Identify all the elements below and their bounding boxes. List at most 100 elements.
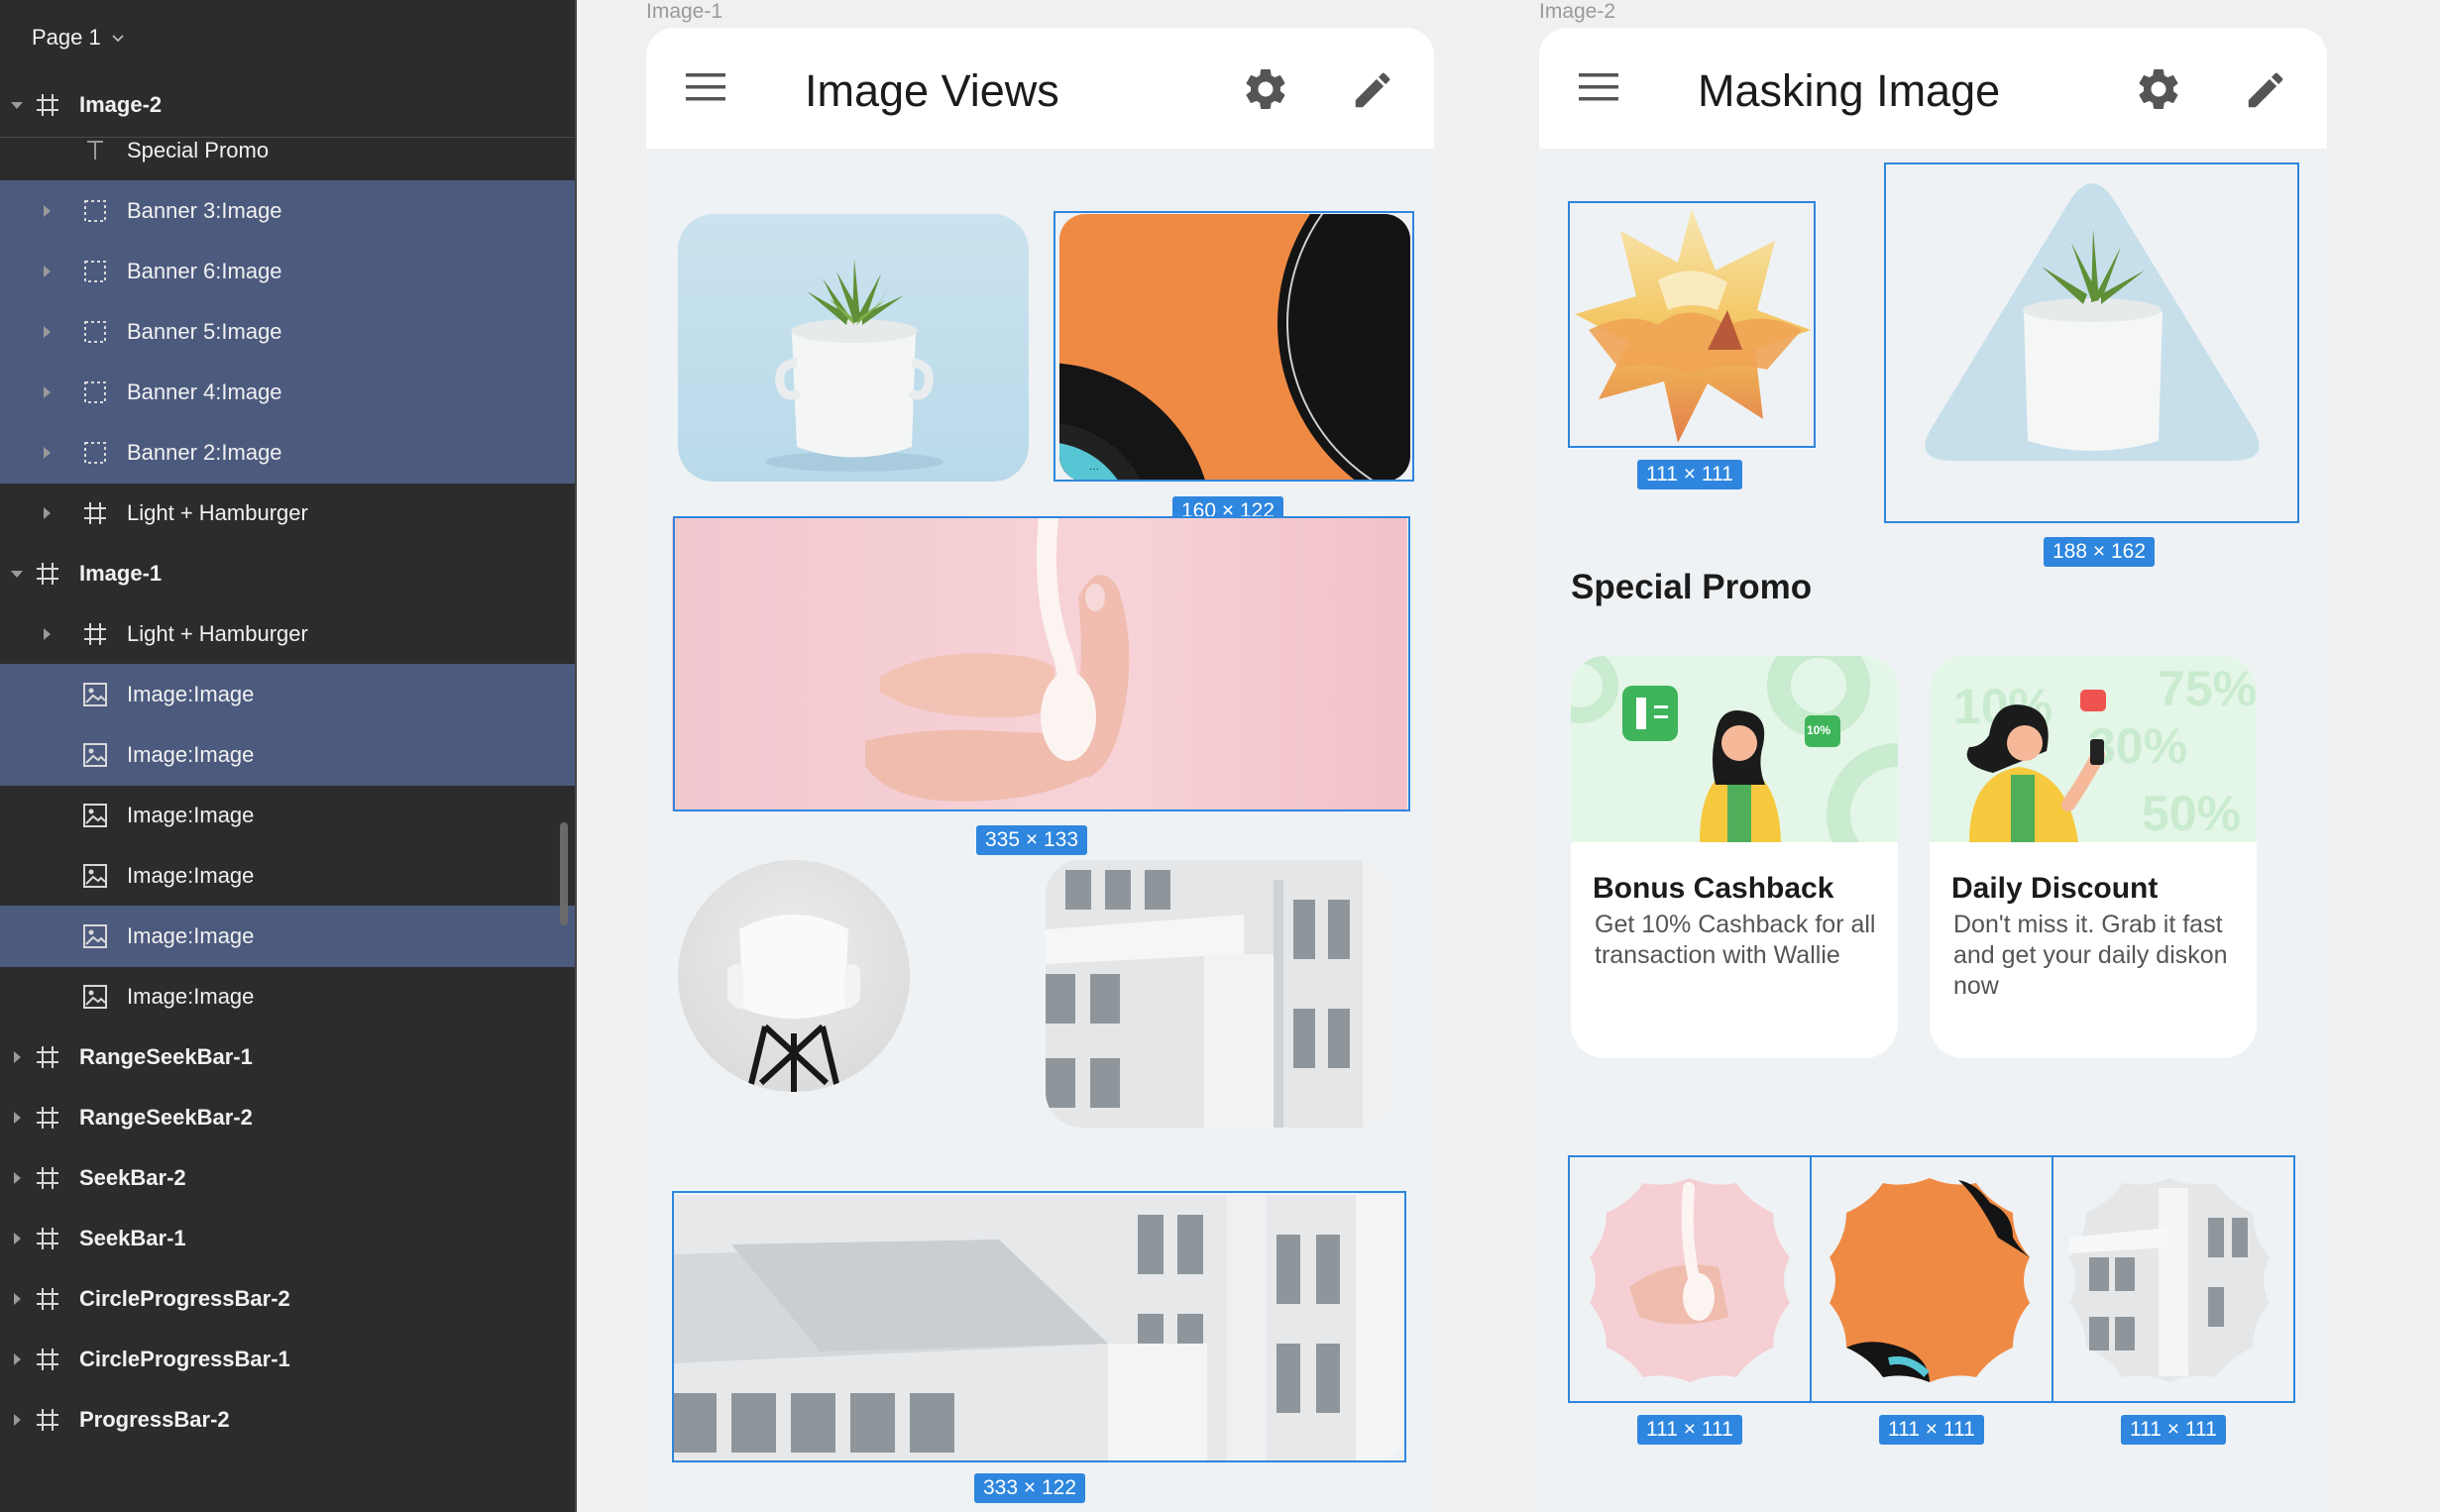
layer-row[interactable]: Image:Image — [0, 966, 575, 1027]
layer-row[interactable]: Banner 6:Image — [0, 241, 575, 302]
frame-icon — [34, 560, 61, 588]
frame-icon — [34, 1225, 61, 1252]
frame-icon — [81, 499, 109, 527]
layer-row[interactable]: Image:Image — [0, 724, 575, 786]
layer-label: Special Promo — [127, 138, 270, 162]
frame-image-1[interactable]: Image Views ··· 160 × 122 335 × 133 333 … — [646, 28, 1434, 1512]
caret-right-icon[interactable] — [8, 1350, 26, 1368]
layer-row[interactable]: Image:Image — [0, 785, 575, 846]
caret-down-icon[interactable] — [8, 565, 26, 583]
layer-row[interactable]: SeekBar-2 — [0, 1147, 575, 1209]
layer-row[interactable]: RangeSeekBar-1 — [0, 1026, 575, 1088]
frame-image-2[interactable]: Masking Image 111 × 111 188 × 162 Specia… — [1539, 28, 2327, 1512]
app-bar-title: Masking Image — [1698, 65, 2001, 116]
layer-row[interactable]: Light + Hamburger — [0, 603, 575, 665]
layer-row[interactable]: ProgressBar-2 — [0, 1389, 575, 1451]
layer-label: Image:Image — [127, 742, 255, 767]
caret-right-icon[interactable] — [8, 1230, 26, 1247]
selection-outline-wave-3 — [2052, 1155, 2295, 1403]
layer-row[interactable]: CircleProgressBar-1 — [0, 1329, 575, 1390]
layer-label: Light + Hamburger — [127, 500, 308, 525]
caret-right-icon[interactable] — [8, 1169, 26, 1187]
layer-row[interactable]: Banner 2:Image — [0, 422, 575, 484]
dimension-label-hand: 335 × 133 — [976, 825, 1088, 855]
caret-right-icon[interactable] — [38, 444, 55, 462]
panel-divider — [575, 0, 577, 1512]
hamburger-menu-icon[interactable] — [684, 70, 727, 104]
frame-icon — [81, 620, 109, 648]
selection-outline-vinyl — [1054, 211, 1414, 482]
dashed-frame-icon — [81, 439, 109, 467]
caret-right-icon[interactable] — [8, 1411, 26, 1429]
gear-icon[interactable] — [1241, 64, 1290, 114]
promo-title: Bonus Cashback — [1593, 872, 1834, 905]
frame-label-image-1[interactable]: Image-1 — [646, 0, 722, 24]
promo-card-discount[interactable]: 10% 75% 30% 50% Daily Discount Don't mis… — [1930, 656, 2257, 1058]
promo-title: Daily Discount — [1951, 872, 2159, 905]
promo-description: Get 10% Cashback for all transaction wit… — [1595, 911, 1876, 969]
layer-row[interactable]: Special Promo — [0, 120, 575, 181]
caret-right-icon[interactable] — [38, 263, 55, 280]
layer-label: Banner 4:Image — [127, 379, 282, 404]
layer-label: RangeSeekBar-2 — [79, 1105, 253, 1130]
page-selector[interactable]: Page 1 — [0, 0, 575, 75]
dashed-frame-icon — [81, 197, 109, 225]
layer-label: Image:Image — [127, 984, 255, 1009]
dashed-frame-icon — [81, 318, 109, 346]
layer-label: Image:Image — [127, 923, 255, 948]
pencil-icon[interactable] — [2243, 67, 2288, 113]
caret-right-icon[interactable] — [8, 1290, 26, 1308]
building-image-1[interactable] — [1046, 860, 1396, 1128]
layer-row[interactable]: Image-1 — [0, 543, 575, 604]
layer-label: CircleProgressBar-1 — [79, 1347, 290, 1371]
dimension-label-wave-2: 111 × 111 — [1879, 1415, 1984, 1445]
layer-label: Image:Image — [127, 803, 255, 827]
image-icon — [81, 802, 109, 829]
layer-row[interactable]: CircleProgressBar-2 — [0, 1268, 575, 1330]
dimension-label-star: 111 × 111 — [1637, 460, 1742, 489]
layer-row[interactable]: Image:Image — [0, 906, 575, 967]
frame-icon — [34, 1043, 61, 1071]
caret-down-icon[interactable] — [8, 96, 26, 114]
promo-card-cashback[interactable]: 10% Bonus Cashback Get 10% Cashback for … — [1571, 656, 1898, 1058]
caret-right-icon[interactable] — [38, 323, 55, 341]
caret-right-icon[interactable] — [38, 504, 55, 522]
layer-row[interactable]: Banner 3:Image — [0, 180, 575, 242]
promo-illustration-discount: 10% 75% 30% 50% — [1930, 656, 2257, 842]
frame-icon — [34, 1164, 61, 1192]
dimension-label-building: 333 × 122 — [974, 1473, 1086, 1503]
gear-icon[interactable] — [2134, 64, 2183, 114]
hamburger-menu-icon[interactable] — [1577, 70, 1620, 104]
image-icon — [81, 983, 109, 1011]
frame-icon — [34, 1285, 61, 1313]
chevron-down-icon — [112, 35, 124, 43]
layer-label: Image-1 — [79, 561, 163, 586]
layer-row[interactable]: Banner 4:Image — [0, 362, 575, 423]
pencil-icon[interactable] — [1350, 67, 1395, 113]
layer-row[interactable]: RangeSeekBar-2 — [0, 1087, 575, 1148]
image-icon — [81, 922, 109, 950]
app-bar: Masking Image — [1539, 28, 2327, 149]
layer-row[interactable]: Image:Image — [0, 664, 575, 725]
frame-label-image-2[interactable]: Image-2 — [1539, 0, 1615, 24]
frame-icon — [34, 1346, 61, 1373]
layer-row[interactable]: Image:Image — [0, 845, 575, 907]
layer-row[interactable]: Light + Hamburger — [0, 483, 575, 544]
selection-outline-wave-2 — [1810, 1155, 2053, 1403]
layer-label: CircleProgressBar-2 — [79, 1286, 290, 1311]
layer-row[interactable]: SeekBar-1 — [0, 1208, 575, 1269]
layer-label: Banner 6:Image — [127, 259, 282, 283]
caret-right-icon[interactable] — [38, 383, 55, 401]
dimension-label-triangle: 188 × 162 — [2044, 537, 2156, 567]
plant-pot-image[interactable] — [678, 214, 1029, 482]
caret-right-icon[interactable] — [38, 202, 55, 220]
caret-right-icon[interactable] — [8, 1109, 26, 1127]
app-bar: Image Views — [646, 28, 1434, 149]
caret-right-icon[interactable] — [38, 625, 55, 643]
caret-right-icon[interactable] — [8, 1048, 26, 1066]
selection-outline-triangle — [1884, 162, 2299, 523]
layer-row[interactable]: Banner 5:Image — [0, 301, 575, 363]
frame-icon — [34, 1406, 61, 1434]
chair-circle-image[interactable] — [678, 860, 910, 1092]
sidebar-scrollbar[interactable] — [560, 822, 568, 925]
